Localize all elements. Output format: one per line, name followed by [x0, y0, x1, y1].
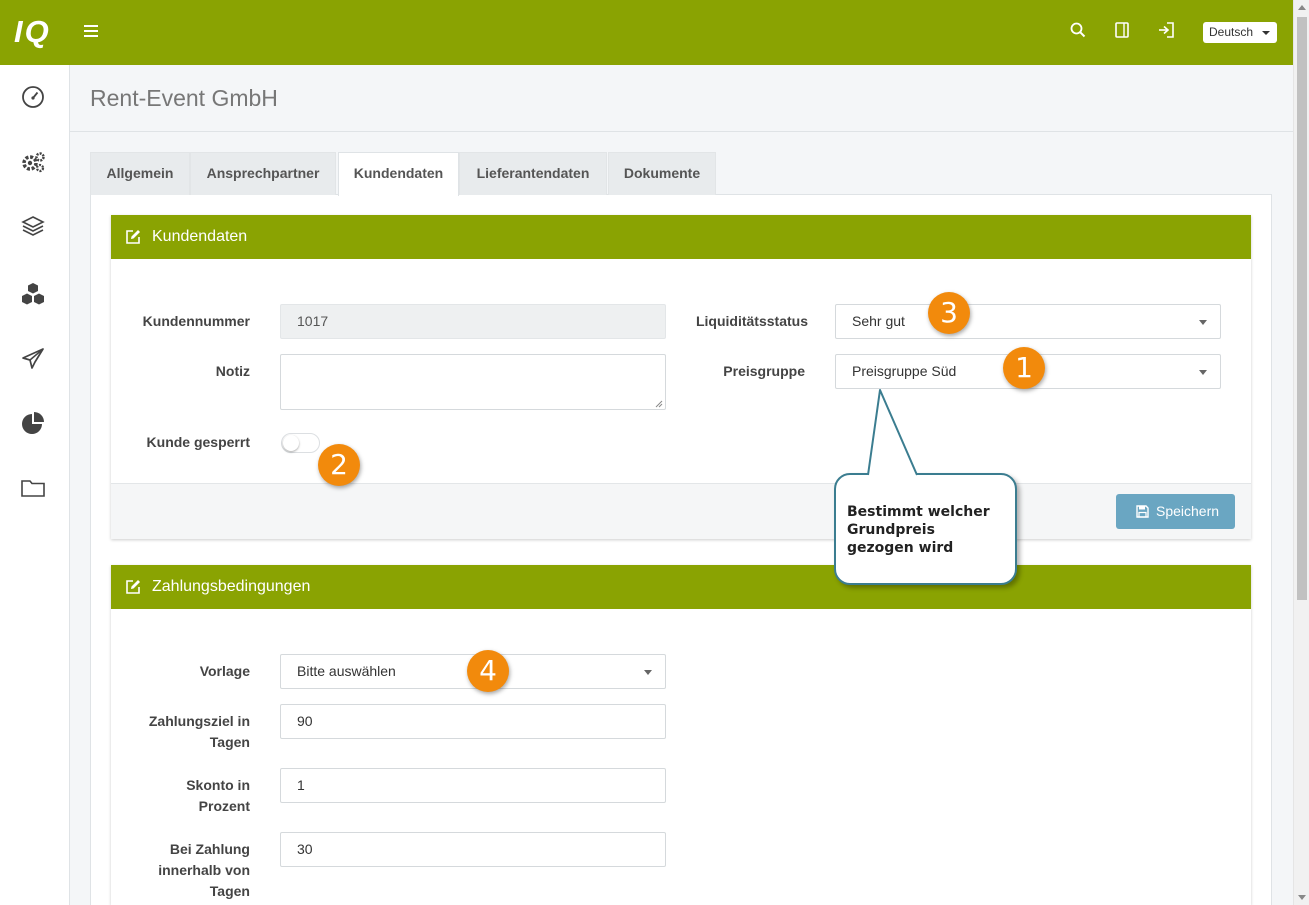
hamburger-menu-icon[interactable] [84, 25, 98, 39]
scroll-up-icon[interactable] [1298, 5, 1306, 10]
preisgruppe-value: Preisgruppe Süd [852, 363, 957, 379]
skonto-label-line1: Skonto in [186, 777, 250, 793]
notiz-textarea[interactable] [280, 354, 666, 410]
chevron-down-icon [1199, 370, 1207, 375]
paper-plane-icon[interactable] [20, 346, 46, 372]
pie-chart-icon[interactable] [20, 410, 46, 436]
resize-handle-icon[interactable] [655, 400, 663, 408]
settings-gears-icon[interactable] [20, 149, 46, 175]
tab-dokumente[interactable]: Dokumente [608, 152, 716, 195]
tab-allgemein[interactable]: Allgemein [90, 152, 190, 195]
liquiditaetsstatus-label: Liquiditätsstatus [695, 313, 808, 329]
language-value: Deutsch [1209, 25, 1254, 39]
bei-zahlung-label-line3: Tagen [209, 883, 250, 899]
language-select[interactable]: Deutsch [1203, 22, 1277, 43]
chevron-down-icon [644, 670, 652, 675]
search-icon[interactable] [1070, 22, 1086, 38]
save-button[interactable]: Speichern [1116, 494, 1235, 529]
zahlungsziel-label-line1: Zahlungsziel in [148, 713, 250, 729]
annotation-badge-1: 1 [1003, 347, 1045, 389]
page-scrollbar[interactable] [1293, 0, 1309, 905]
callout-bubble: Bestimmt welcher Grundpreis gezogen wird [834, 473, 1017, 585]
vorlage-label: Vorlage [199, 663, 250, 679]
layers-icon[interactable] [20, 213, 46, 239]
page-title: Rent-Event GmbH [90, 85, 278, 111]
skonto-label-line2: Prozent [198, 798, 250, 814]
zahlungsziel-input[interactable]: 90 [280, 704, 666, 739]
notiz-label: Notiz [215, 363, 250, 379]
tab-kundendaten[interactable]: Kundendaten [338, 152, 459, 196]
zahlungsziel-label: Zahlungsziel in Tagen [120, 711, 250, 753]
callout-line-1: Bestimmt welcher [847, 504, 990, 520]
sidebar [0, 65, 70, 905]
scroll-down-icon[interactable] [1298, 895, 1306, 900]
annotation-badge-3: 3 [928, 292, 970, 334]
zahlungsbedingungen-panel-title: Zahlungsbedingungen [152, 578, 311, 595]
scrollbar-thumb[interactable] [1297, 17, 1307, 600]
page-header: Rent-Event GmbH [70, 65, 1293, 132]
kunde-gesperrt-label: Kunde gesperrt [146, 434, 250, 450]
kundendaten-panel-header: Kundendaten [111, 215, 1251, 259]
annotation-badge-2: 2 [318, 444, 360, 486]
chevron-down-icon [1199, 320, 1207, 325]
zahlungsziel-label-line2: Tagen [209, 734, 250, 750]
tab-ansprechpartner[interactable]: Ansprechpartner [190, 152, 336, 195]
callout-pointer [867, 389, 918, 477]
vorlage-value: Bitte auswählen [297, 663, 396, 679]
bei-zahlung-label-line1: Bei Zahlung [169, 841, 250, 857]
callout-line-3: gezogen wird [847, 540, 954, 556]
app-logo[interactable]: IQ [14, 16, 51, 47]
kunde-gesperrt-toggle[interactable] [281, 433, 320, 453]
edit-icon [126, 230, 140, 244]
tablet-icon[interactable] [1115, 22, 1129, 38]
folder-icon[interactable] [20, 475, 46, 501]
bei-zahlung-input[interactable]: 30 [280, 832, 666, 867]
cubes-icon[interactable] [20, 281, 46, 307]
kundennummer-field: 1017 [280, 304, 666, 339]
annotation-badge-4: 4 [467, 650, 509, 692]
kundendaten-panel-title: Kundendaten [152, 228, 248, 245]
skonto-input[interactable]: 1 [280, 768, 666, 803]
bei-zahlung-label: Bei Zahlung innerhalb von Tagen [120, 839, 250, 902]
floppy-disk-icon [1136, 505, 1149, 518]
preisgruppe-label: Preisgruppe [723, 363, 805, 379]
edit-icon [126, 580, 140, 594]
logout-icon[interactable] [1158, 22, 1174, 38]
skonto-label: Skonto in Prozent [120, 775, 250, 817]
save-button-label: Speichern [1156, 503, 1220, 519]
callout-line-2: Grundpreis [847, 522, 935, 538]
zahlungsbedingungen-panel-header: Zahlungsbedingungen [111, 565, 1251, 609]
chevron-down-icon [1262, 31, 1270, 35]
kundendaten-panel-footer: Speichern [111, 483, 1251, 539]
top-bar: IQ Deutsch [0, 0, 1293, 65]
tab-lieferantendaten[interactable]: Lieferantendaten [459, 152, 607, 195]
kundennummer-label: Kundennummer [142, 313, 250, 329]
dashboard-gauge-icon[interactable] [20, 84, 46, 110]
toggle-knob [283, 435, 299, 451]
liquiditaetsstatus-value: Sehr gut [852, 313, 905, 329]
bei-zahlung-label-line2: innerhalb von [158, 862, 250, 878]
liquiditaetsstatus-select[interactable]: Sehr gut [835, 304, 1221, 339]
